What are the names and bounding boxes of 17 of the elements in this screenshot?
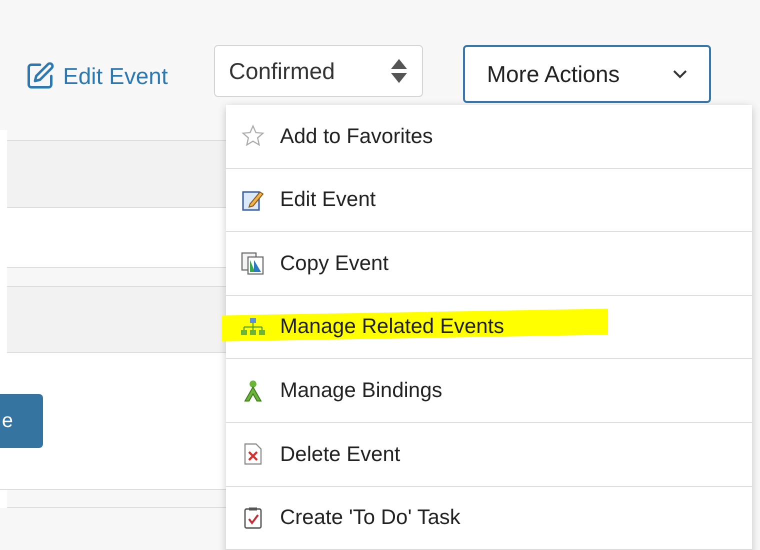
more-actions-button[interactable]: More Actions <box>462 45 711 103</box>
star-icon <box>241 124 265 148</box>
action-button[interactable]: e <box>0 394 43 448</box>
copy-pages-icon <box>241 251 265 276</box>
edit-event-link[interactable]: Edit Event <box>25 59 168 94</box>
menu-item[interactable]: Create 'To Do' Task <box>226 486 752 550</box>
menu-item[interactable]: Edit Event <box>226 168 752 232</box>
hierarchy-icon <box>240 317 266 338</box>
menu-item[interactable]: Manage Bindings <box>226 359 752 423</box>
chevron-down-icon <box>670 68 689 80</box>
menu-item[interactable]: Delete Event <box>226 422 752 487</box>
sort-arrows-icon <box>390 57 408 85</box>
menu-item[interactable]: Add to Favorites <box>226 105 752 169</box>
status-select[interactable]: Confirmed <box>214 45 423 97</box>
menu-item[interactable]: Copy Event <box>226 232 752 296</box>
menu-item[interactable]: Manage Related Events <box>226 296 752 360</box>
edit-icon <box>25 61 55 92</box>
